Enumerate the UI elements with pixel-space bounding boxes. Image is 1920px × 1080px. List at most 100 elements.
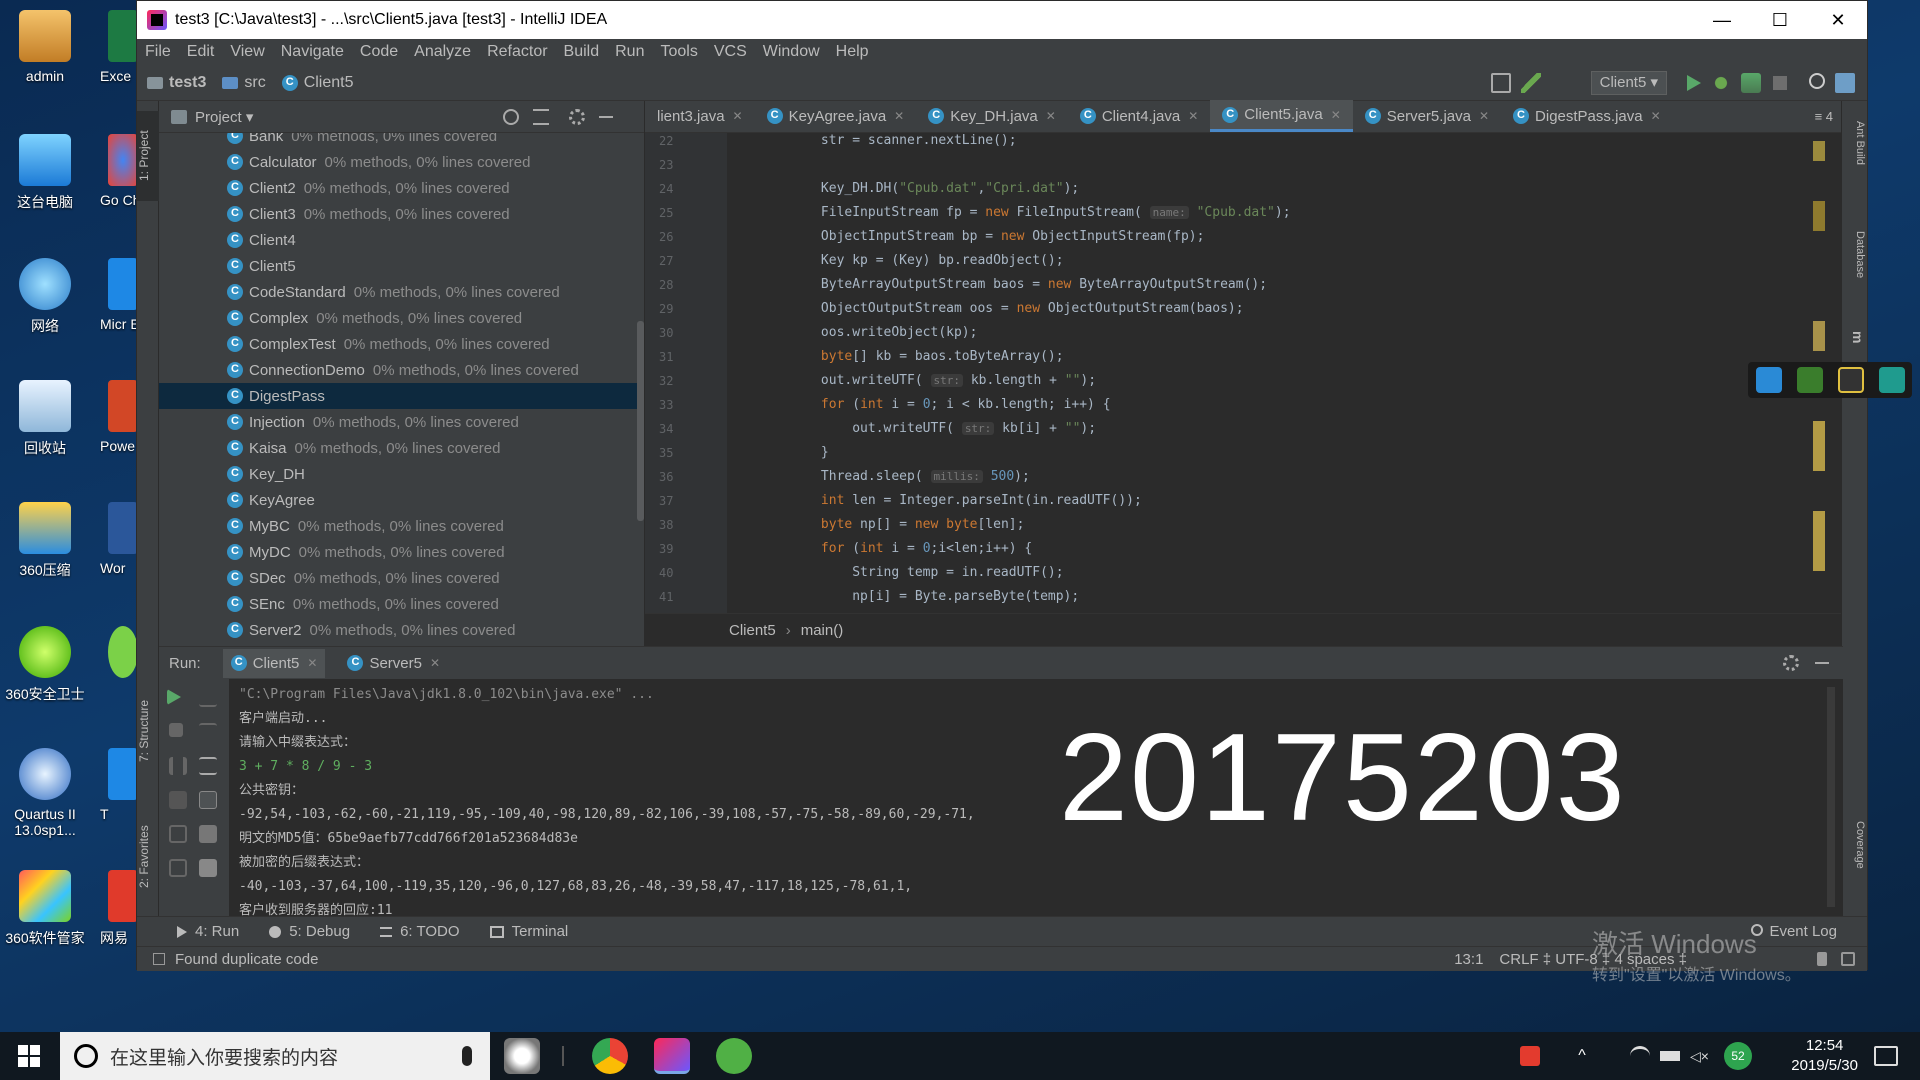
project-structure-icon[interactable] (1835, 73, 1855, 93)
editor-tab[interactable]: lient3.java ✕ (645, 100, 755, 132)
task-view-icon[interactable] (504, 1038, 540, 1074)
menu-code[interactable]: Code (360, 43, 398, 61)
locate-target-icon[interactable] (503, 109, 519, 125)
code-line[interactable]: for (int i = 0;i<len;i++) { (727, 537, 1032, 561)
pause-icon[interactable] (169, 757, 187, 775)
run-icon[interactable] (1687, 75, 1701, 91)
project-tree-item[interactable]: Client4 (159, 227, 644, 253)
run-tab-client5[interactable]: Client5 ✕ (222, 648, 326, 678)
wps-tray-icon[interactable] (1520, 1046, 1540, 1066)
code-line[interactable]: for (int i = 0; i < kb.length; i++) { (727, 393, 1111, 417)
menu-file[interactable]: File (145, 43, 171, 61)
code-view[interactable]: str = scanner.nextLine(); Key_DH.DH("Cpu… (727, 133, 1797, 613)
project-tree-item[interactable]: Injection 0% methods, 0% lines covered (159, 409, 644, 435)
code-line[interactable]: ObjectInputStream bp = new ObjectInputSt… (727, 225, 1205, 249)
scroll-to-end-icon[interactable] (199, 791, 217, 809)
toolwindow-run[interactable]: 4: Run (177, 923, 239, 940)
close-tab-icon[interactable]: ✕ (1331, 108, 1341, 122)
stop-icon[interactable] (169, 723, 183, 737)
close-button[interactable]: ✕ (1809, 1, 1867, 39)
menu-analyze[interactable]: Analyze (414, 43, 471, 61)
tab-structure-tool[interactable]: 7: Structure (137, 681, 159, 781)
close-tab-icon[interactable]: ✕ (1651, 109, 1661, 123)
project-tree-item[interactable]: Server2 0% methods, 0% lines covered (159, 617, 644, 643)
menu-vcs[interactable]: VCS (714, 43, 747, 61)
desktop-icon-360safe[interactable]: 360安全卫士 (0, 626, 90, 704)
moon-icon[interactable] (1837, 367, 1864, 393)
editor-tab[interactable]: Client4.java ✕ (1068, 100, 1210, 132)
intellij-taskbar-icon[interactable] (654, 1038, 690, 1074)
stop-icon[interactable] (1773, 76, 1787, 90)
tab-database[interactable]: Database (1844, 231, 1866, 311)
desktop-icon-admin[interactable]: admin (0, 10, 90, 84)
code-line[interactable]: int len = Integer.parseInt(in.readUTF())… (727, 489, 1142, 513)
close-tab-icon[interactable]: ✕ (733, 109, 743, 123)
tabs-overflow[interactable]: ≡ 4 (1815, 109, 1833, 124)
project-tree-item[interactable]: Complex 0% methods, 0% lines covered (159, 305, 644, 331)
coverage-run-icon[interactable] (1741, 73, 1761, 93)
rerun-icon[interactable] (167, 689, 181, 705)
status-toggle-icon[interactable] (153, 953, 165, 965)
lock-icon[interactable] (1817, 952, 1827, 966)
microphone-icon[interactable] (462, 1046, 472, 1066)
down-arrow-icon[interactable] (199, 723, 217, 741)
code-line[interactable]: str = scanner.nextLine(); (727, 133, 1017, 153)
project-tree-item[interactable]: Key_DH (159, 461, 644, 487)
close-tab-icon[interactable]: ✕ (1479, 109, 1489, 123)
menu-run[interactable]: Run (615, 43, 644, 61)
code-line[interactable]: Thread.sleep( millis: 500); (727, 465, 1030, 489)
hide-panel-icon[interactable] (1815, 662, 1829, 664)
collapse-all-icon[interactable] (533, 109, 549, 125)
menu-build[interactable]: Build (564, 43, 600, 61)
close-tab-icon[interactable]: ✕ (894, 109, 904, 123)
tab-ant-build[interactable]: Ant Build (1844, 121, 1866, 201)
toolwindow-todo[interactable]: 6: TODO (380, 923, 460, 940)
security-badge-icon[interactable]: 52 (1724, 1042, 1752, 1070)
exit-icon[interactable] (169, 859, 187, 877)
menu-edit[interactable]: Edit (187, 43, 215, 61)
build-hammer-icon[interactable] (1521, 73, 1541, 93)
desktop-icon-quartus[interactable]: Quartus II 13.0sp1... (0, 748, 90, 838)
project-tree-item[interactable]: Client2 0% methods, 0% lines covered (159, 175, 644, 201)
print-icon[interactable] (199, 825, 217, 843)
run-configuration-select[interactable]: Client5 ▾ (1590, 71, 1667, 95)
menu-help[interactable]: Help (836, 43, 869, 61)
code-line[interactable]: np[i] = Byte.parseByte(temp); (727, 585, 1079, 609)
project-tree-item[interactable]: DigestPass (159, 383, 644, 409)
maximize-button[interactable]: ☐ (1751, 1, 1809, 39)
toolwindow-debug[interactable]: 5: Debug (269, 923, 350, 940)
menu-tools[interactable]: Tools (660, 43, 697, 61)
project-tree-item[interactable]: KeyAgree (159, 487, 644, 513)
code-line[interactable]: out.writeUTF( str: kb.length + ""); (727, 369, 1096, 393)
chevron-up-icon[interactable]: ^ (1572, 1046, 1592, 1066)
code-line[interactable]: oos.writeObject(kp); (727, 321, 978, 345)
settings-icon[interactable] (169, 825, 187, 843)
editor-tab[interactable]: Key_DH.java ✕ (916, 100, 1068, 132)
system-clock[interactable]: 12:54 2019/5/30 (1791, 1036, 1858, 1076)
editor-tab[interactable]: KeyAgree.java ✕ (755, 100, 917, 132)
project-view-select[interactable]: Project ▾ (195, 108, 253, 126)
chrome-taskbar-icon[interactable] (592, 1038, 628, 1074)
run-tab-server5[interactable]: Server5 ✕ (347, 655, 440, 672)
frame-icon[interactable] (1491, 73, 1511, 93)
menu-window[interactable]: Window (763, 43, 820, 61)
project-tree-item[interactable]: ConnectionDemo 0% methods, 0% lines cover… (159, 357, 644, 383)
project-tree-item[interactable]: Kaisa 0% methods, 0% lines covered (159, 435, 644, 461)
close-tab-icon[interactable]: ✕ (1188, 109, 1198, 123)
project-tree-item[interactable]: MyDC 0% methods, 0% lines covered (159, 539, 644, 565)
menu-navigate[interactable]: Navigate (281, 43, 344, 61)
tab-maven[interactable]: m (1844, 331, 1866, 361)
gear-icon[interactable] (569, 109, 585, 125)
code-line[interactable]: Key kp = (Key) bp.readObject(); (727, 249, 1064, 273)
code-line[interactable]: } (727, 441, 829, 465)
title-bar[interactable]: test3 [C:\Java\test3] - ...\src\Client5.… (137, 1, 1867, 39)
code-line[interactable]: byte[] kb = baos.toByteArray(); (727, 345, 1064, 369)
project-tree-item[interactable]: MyBC 0% methods, 0% lines covered (159, 513, 644, 539)
breadcrumb-project[interactable]: test3 (147, 74, 206, 92)
volume-muted-icon[interactable]: ◁× (1690, 1046, 1710, 1066)
trash-icon[interactable] (199, 859, 217, 877)
wechat-taskbar-icon[interactable] (716, 1038, 752, 1074)
punctuation-icon[interactable] (1796, 367, 1823, 393)
project-scrollbar[interactable] (637, 321, 644, 521)
desktop-icon-360zip[interactable]: 360压缩 (0, 502, 90, 580)
